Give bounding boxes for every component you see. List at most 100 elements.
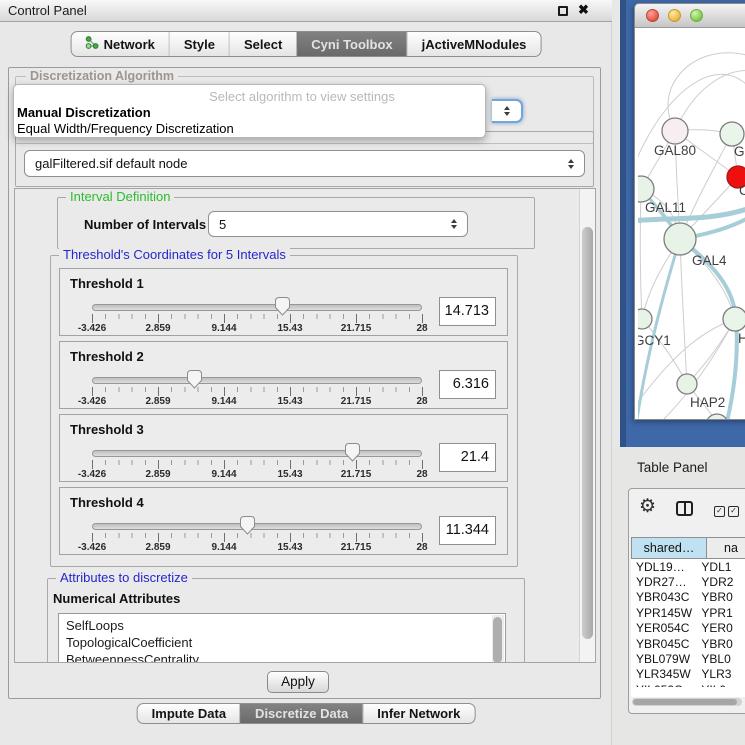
threshold-slider-track[interactable] — [92, 304, 422, 311]
slider-tick-label: -3.426 — [78, 469, 106, 480]
column-header-1[interactable]: shared… — [631, 537, 707, 559]
network-view-window: GAL80GCGAL11GAL4GCY1HHAP2 — [634, 3, 745, 420]
list-item-selfloops[interactable]: SelfLoops — [59, 617, 505, 634]
list-scrollbar[interactable] — [492, 615, 504, 663]
slider-tick-label: 2.859 — [145, 542, 170, 553]
slider-tick-label: 28 — [416, 469, 427, 480]
table-row[interactable]: YIL052CYIL0 — [631, 682, 745, 687]
network-node-gcy1[interactable] — [638, 309, 652, 329]
table-cell: YPR1 — [694, 606, 745, 620]
bottom-tab-infer-network[interactable]: Infer Network — [362, 704, 474, 723]
apply-button[interactable]: Apply — [267, 671, 329, 693]
table-cell: YBR043C — [631, 590, 694, 604]
numerical-attributes-list[interactable]: SelfLoopsTopologicalCoefficientBetweenne… — [58, 613, 506, 663]
list-item-betweennesscentrality[interactable]: BetweennessCentrality — [59, 651, 505, 663]
bottom-tab-discretize-data[interactable]: Discretize Data — [240, 704, 362, 723]
table-data-combobox[interactable]: galFiltered.sif default node — [24, 150, 585, 177]
table-row[interactable]: YPR145WYPR1 — [631, 605, 745, 620]
control-panel-titlebar: Control Panel ✖ — [0, 0, 612, 22]
gear-icon[interactable]: ⚙ — [639, 495, 656, 518]
threshold-block-4: Threshold 4-3.4262.8599.14415.4321.71528… — [59, 487, 508, 555]
thresholds-fieldset: Threshold's Coordinates for 5 Intervals … — [50, 255, 518, 567]
threshold-slider-track[interactable] — [92, 523, 422, 530]
column-header-2[interactable]: na — [707, 537, 745, 559]
threshold-value-field[interactable]: 6.316 — [439, 370, 496, 399]
network-node-gal11[interactable] — [638, 176, 654, 202]
list-scrollbar-thumb[interactable] — [493, 617, 502, 663]
threshold-value-field[interactable]: 21.4 — [439, 443, 496, 472]
tab-style[interactable]: Style — [169, 32, 229, 56]
float-window-icon[interactable] — [558, 6, 568, 16]
number-of-intervals-combobox[interactable]: 5 — [208, 211, 468, 237]
table-row[interactable]: YLR345WYLR3 — [631, 667, 745, 682]
network-edge[interactable] — [680, 239, 687, 384]
tab-label: Network — [104, 37, 155, 52]
threshold-block-1: Threshold 1-3.4262.8599.14415.4321.71528… — [59, 268, 508, 336]
table-cell: YDL19… — [631, 560, 694, 574]
algorithm-option-equal-width-frequency-discretization[interactable]: Equal Width/Frequency Discretization — [17, 121, 234, 136]
close-icon[interactable]: ✖ — [578, 2, 589, 18]
minimize-traffic-light-icon[interactable] — [668, 9, 681, 22]
tab-cyni-toolbox[interactable]: Cyni Toolbox — [296, 32, 406, 56]
table-row[interactable]: YBR045CYBR0 — [631, 636, 745, 651]
slider-tick-label: 21.715 — [341, 542, 372, 553]
table-cell: YIL0 — [694, 683, 745, 687]
table-row[interactable]: YBR043CYBR0 — [631, 590, 745, 605]
attributes-fieldset-label: Attributes to discretize — [56, 570, 192, 585]
split-view-icon[interactable] — [676, 501, 693, 516]
threshold-slider-track[interactable] — [92, 450, 422, 457]
slider-tick-label: 28 — [416, 323, 427, 334]
combobox-spinner-icon[interactable] — [563, 159, 579, 169]
zoom-traffic-light-icon[interactable] — [690, 9, 703, 22]
table-row[interactable]: YDR27…YDR2 — [631, 574, 745, 589]
slider-ticks — [92, 387, 423, 396]
interval-definition-label: Interval Definition — [66, 189, 174, 204]
network-icon — [86, 36, 99, 52]
table-horizontal-scrollbar-thumb[interactable] — [633, 699, 737, 705]
slider-ticks — [92, 460, 423, 469]
network-edge[interactable] — [640, 189, 642, 319]
network-node-gal4[interactable] — [664, 223, 696, 255]
close-traffic-light-icon[interactable] — [646, 9, 659, 22]
network-node-label: GAL4 — [692, 253, 727, 268]
settings-scroll-panel: Interval Definition Number of Intervals … — [14, 188, 596, 663]
slider-tick-label: 15.43 — [277, 469, 302, 480]
panel-scrollbar[interactable] — [579, 189, 595, 662]
slider-tick-label: -3.426 — [78, 323, 106, 334]
table-horizontal-scrollbar[interactable] — [632, 698, 742, 706]
table-row[interactable]: YDL19…YDL1 — [631, 559, 745, 574]
network-canvas[interactable]: GAL80GCGAL11GAL4GCY1HHAP2 — [638, 28, 745, 420]
combobox-spinner-icon[interactable] — [446, 219, 462, 229]
network-node-label: GAL11 — [645, 200, 686, 215]
bottom-tab-impute-data[interactable]: Impute Data — [138, 704, 240, 723]
algorithm-option-manual-discretization[interactable]: Manual Discretization — [17, 105, 151, 120]
table-cell: YBL079W — [631, 652, 694, 666]
tab-select[interactable]: Select — [229, 32, 296, 56]
slider-tick-label: 15.43 — [277, 542, 302, 553]
algorithm-combobox-focus-edge[interactable] — [492, 99, 523, 123]
tab-jactivemnodules[interactable]: jActiveMNodules — [407, 32, 541, 56]
attributes-fieldset: Attributes to discretize Numerical Attri… — [47, 578, 525, 663]
list-item-topologicalcoefficient[interactable]: TopologicalCoefficient — [59, 634, 505, 651]
network-node-hap2[interactable] — [677, 374, 697, 394]
tab-label: Select — [244, 37, 282, 52]
slider-tick-label: 28 — [416, 396, 427, 407]
checkbox-icon[interactable] — [728, 506, 739, 517]
node-table-header: shared…na — [631, 537, 745, 559]
threshold-value-field[interactable]: 11.344 — [439, 516, 496, 545]
window-title: Control Panel — [8, 3, 87, 18]
threshold-slider-track[interactable] — [92, 377, 422, 384]
tab-label: jActiveMNodules — [422, 37, 527, 52]
panel-scrollbar-thumb[interactable] — [582, 227, 593, 639]
network-node-h[interactable] — [723, 307, 745, 331]
slider-tick-label: 21.715 — [341, 323, 372, 334]
table-row[interactable]: YER054CYER0 — [631, 621, 745, 636]
checkbox-icon[interactable] — [714, 506, 725, 517]
network-node-gal80[interactable] — [662, 118, 688, 144]
network-node-g[interactable] — [720, 122, 744, 146]
network-node-unlabeled[interactable] — [706, 414, 728, 420]
table-row[interactable]: YBL079WYBL0 — [631, 651, 745, 666]
table-panel-body: ⚙ shared…na YDL19…YDL1YDR27…YDR2YBR043CY… — [628, 488, 745, 714]
threshold-value-field[interactable]: 14.713 — [439, 297, 496, 326]
tab-network[interactable]: Network — [72, 32, 169, 56]
